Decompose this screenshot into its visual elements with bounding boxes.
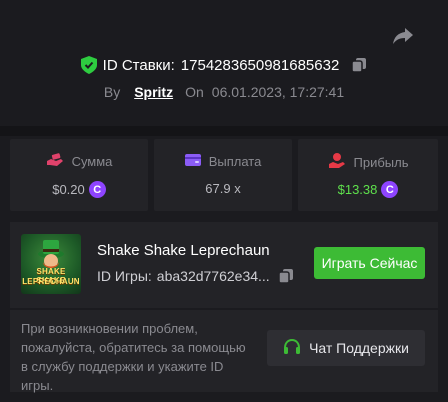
game-id-label: ID Игры: bbox=[97, 268, 152, 284]
section-divider bbox=[0, 126, 448, 136]
stat-profit: Прибыль $13.38 C bbox=[298, 139, 438, 211]
stat-payout-label: Выплата bbox=[208, 154, 262, 169]
game-card: SHAKE SHAKE LEPRECHAUN Shake Shake Lepre… bbox=[10, 222, 438, 308]
wallet-icon bbox=[184, 153, 201, 170]
stat-amount-label: Сумма bbox=[71, 154, 113, 169]
game-thumbnail[interactable]: SHAKE SHAKE LEPRECHAUN bbox=[21, 234, 81, 294]
support-box: При возникновении проблем, пожалуйста, о… bbox=[10, 310, 438, 393]
game-id-row: ID Игры: aba32d7762e34... bbox=[97, 268, 294, 284]
copy-icon[interactable] bbox=[351, 57, 367, 73]
stat-profit-value: $13.38 bbox=[337, 182, 378, 197]
stat-payout-value: 67.9 x bbox=[205, 181, 241, 196]
user-link[interactable]: Spritz bbox=[134, 84, 173, 100]
stat-payout: Выплата 67.9 x bbox=[154, 139, 292, 211]
support-chat-button[interactable]: Чат Поддержки bbox=[267, 330, 425, 366]
support-chat-label: Чат Поддержки bbox=[309, 340, 409, 356]
profit-hand-icon bbox=[328, 153, 346, 172]
stat-amount: Сумма $0.20 C bbox=[10, 139, 148, 211]
headset-icon bbox=[283, 338, 301, 359]
share-icon[interactable] bbox=[392, 26, 414, 46]
game-thumbnail-title-line2: LEPRECHAUN bbox=[22, 277, 80, 286]
bet-date: 06.01.2023, 17:27:41 bbox=[211, 84, 345, 100]
bet-id-value: 1754283650981685632 bbox=[180, 56, 340, 74]
play-now-button[interactable]: Играть Сейчас bbox=[314, 247, 425, 279]
on-label: On bbox=[185, 84, 204, 100]
money-hand-icon bbox=[46, 153, 64, 170]
bet-author-row: By Spritz On 06.01.2023, 17:27:41 bbox=[0, 84, 448, 100]
bet-id-row: ID Ставки: 1754283650981685632 bbox=[0, 56, 448, 74]
stat-profit-label: Прибыль bbox=[353, 155, 409, 170]
game-title: Shake Shake Leprechaun bbox=[97, 242, 270, 259]
copy-icon[interactable] bbox=[277, 268, 294, 284]
support-text: При возникновении проблем, пожалуйста, о… bbox=[21, 321, 246, 393]
by-label: By bbox=[103, 84, 121, 100]
coin-icon: C bbox=[88, 181, 106, 198]
stat-amount-value: $0.20 bbox=[52, 182, 85, 197]
shield-check-icon bbox=[80, 56, 97, 74]
coin-icon: C bbox=[381, 181, 399, 198]
bet-id-label: ID Ставки: bbox=[102, 56, 175, 74]
game-id-value: aba32d7762e34... bbox=[156, 268, 270, 284]
